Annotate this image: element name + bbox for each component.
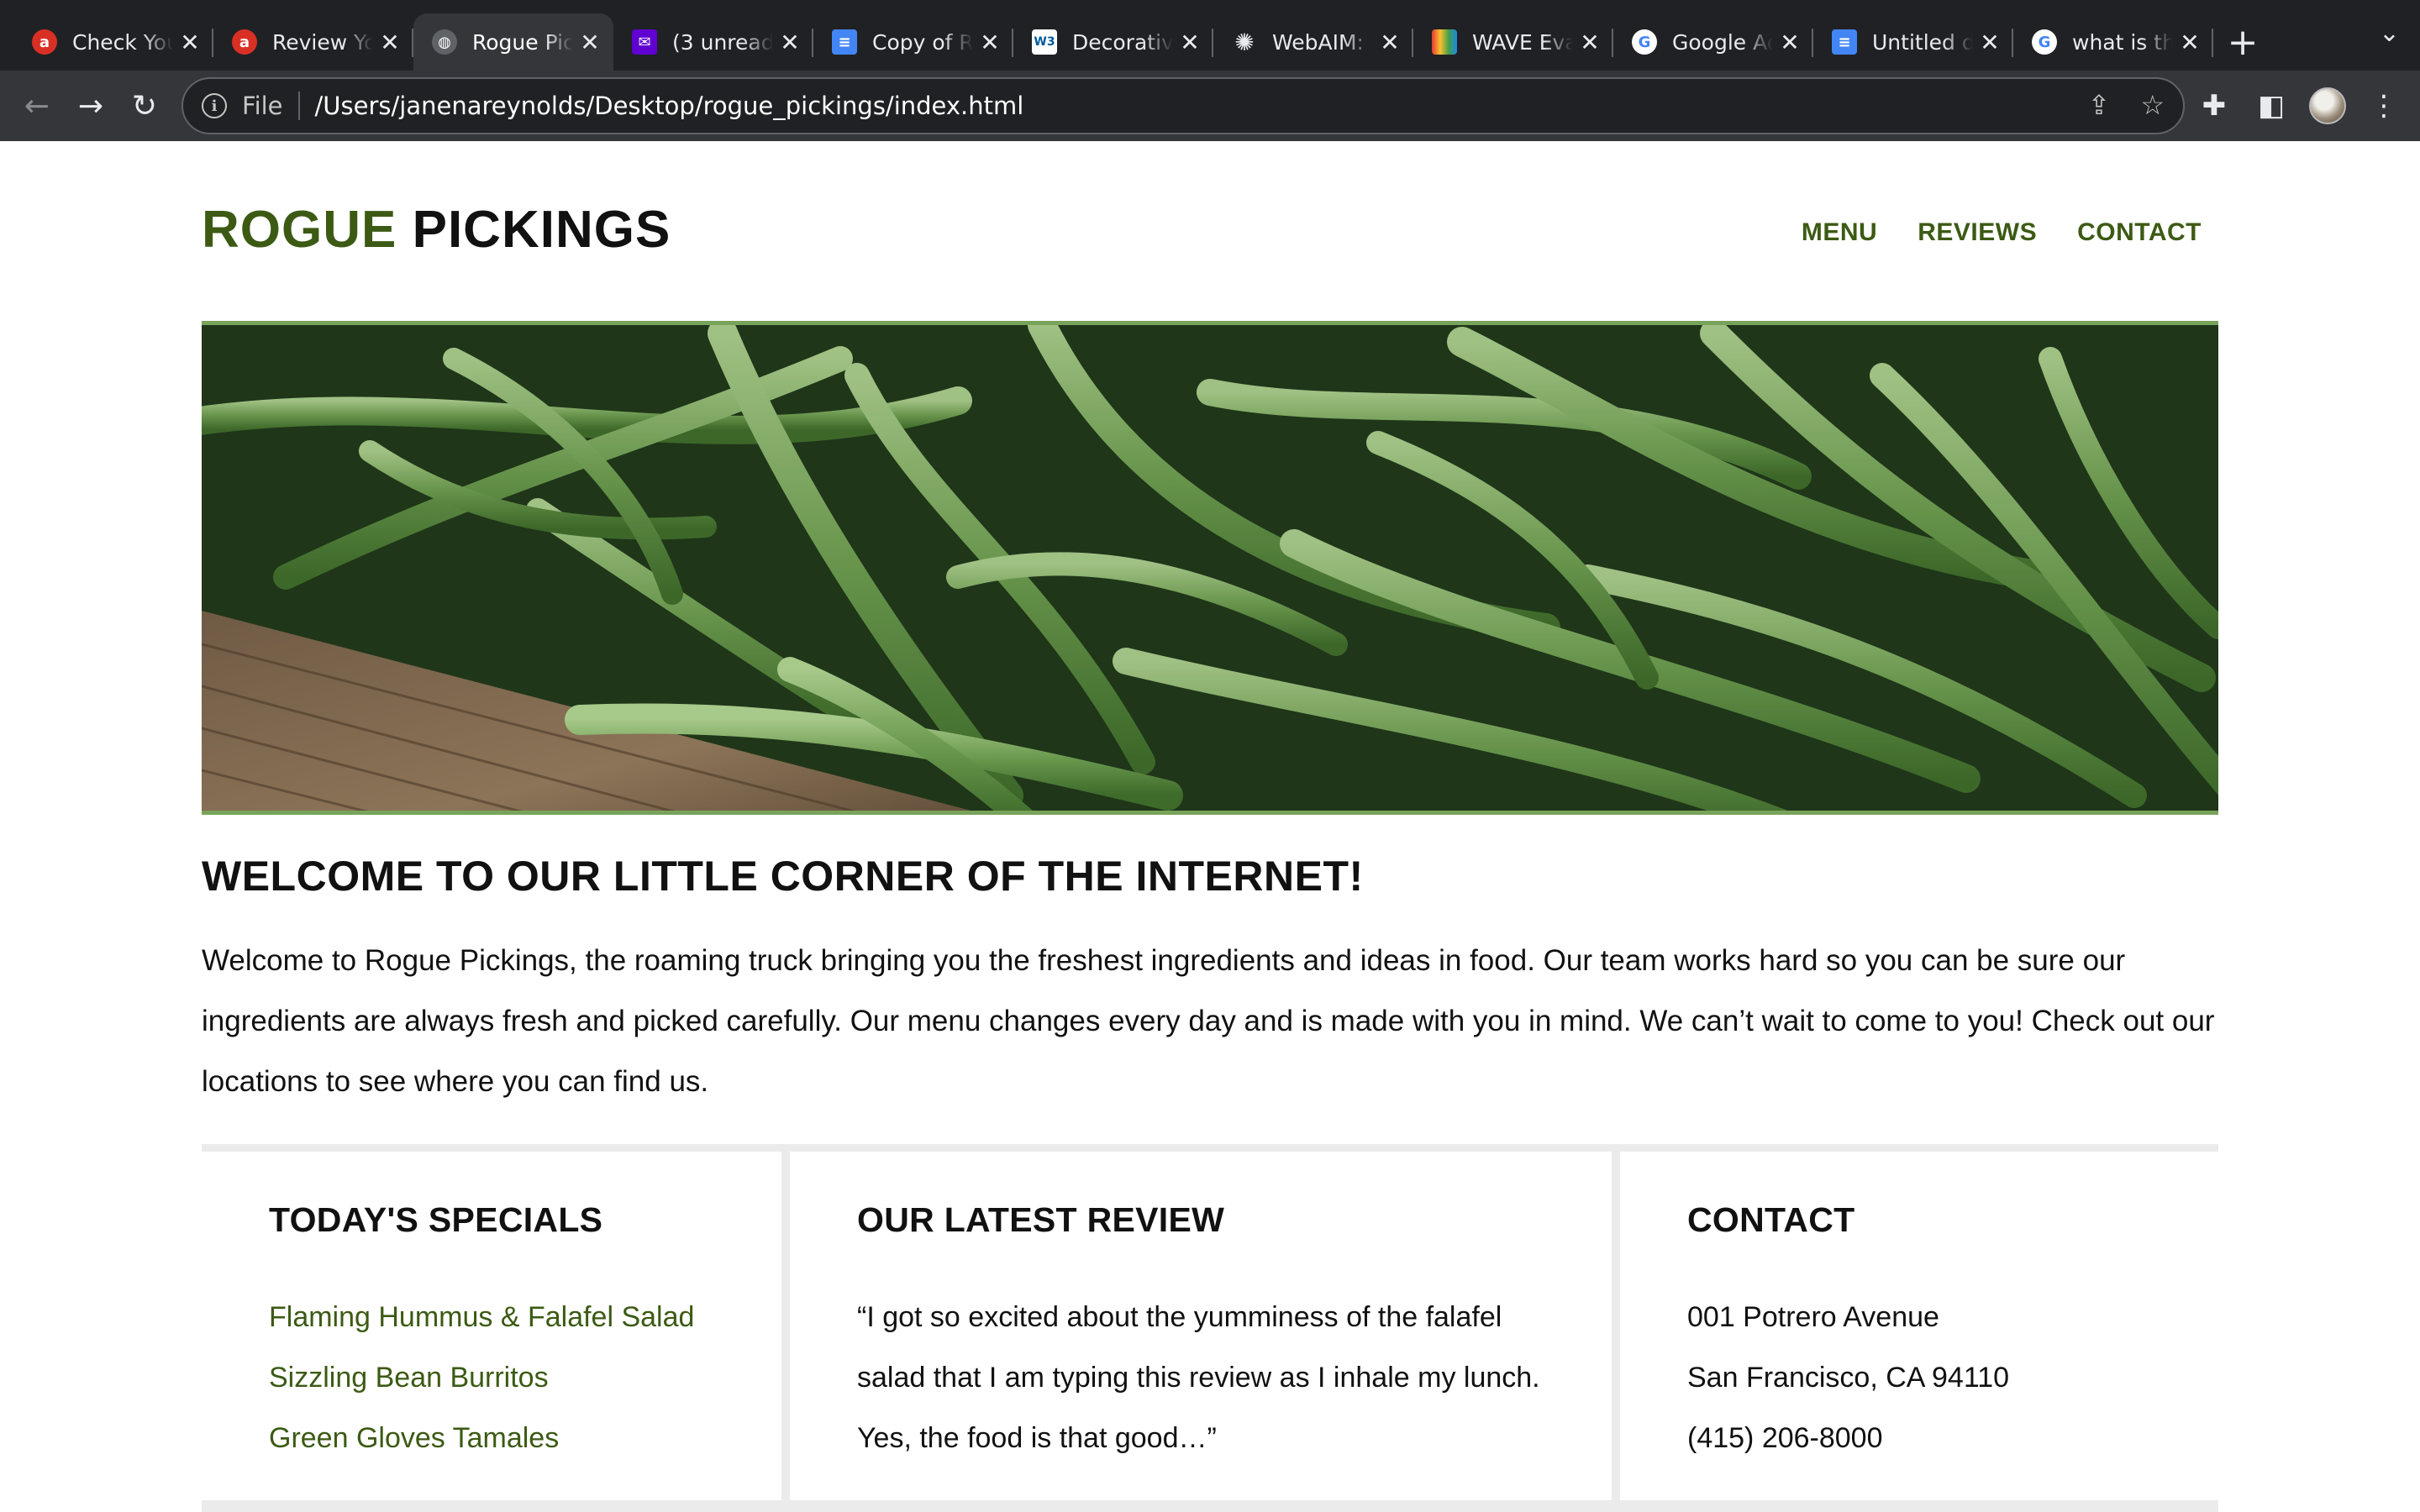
address-bar[interactable]: i File /Users/janenareynolds/Desktop/rog…: [182, 77, 2185, 134]
welcome-paragraph: Welcome to Rogue Pickings, the roaming t…: [202, 944, 2215, 1098]
close-icon[interactable]: ✕: [173, 29, 207, 56]
tab-unread-mail[interactable]: ✉ (3 unread) ✕: [613, 13, 813, 71]
special-item[interactable]: Green Gloves Tamales: [269, 1408, 781, 1468]
share-icon[interactable]: ⇪: [2088, 89, 2111, 121]
bookmark-star-icon[interactable]: ☆: [2140, 89, 2165, 121]
profile-avatar[interactable]: [2309, 87, 2346, 124]
address-actions: ⇪ ☆: [2088, 89, 2165, 121]
mail-favicon-icon: ✉: [632, 29, 657, 55]
close-icon[interactable]: ✕: [1373, 29, 1407, 56]
tab-search-chevron-icon[interactable]: ⌄: [2379, 18, 2400, 48]
tab-review-your[interactable]: a Review Your ✕: [213, 13, 413, 71]
welcome-heading: WELCOME TO OUR LITTLE CORNER OF THE INTE…: [202, 853, 1364, 900]
forward-arrow-icon[interactable]: →: [64, 79, 118, 133]
specials-list: Flaming Hummus & Falafel Salad Sizzling …: [269, 1287, 781, 1468]
info-cards: TODAY'S SPECIALS Flaming Hummus & Falafe…: [202, 1144, 2218, 1512]
side-panel-icon[interactable]: ◧: [2252, 79, 2291, 133]
review-quote: “I got so excited about the yumminess of…: [857, 1301, 1540, 1454]
tab-untitled-document[interactable]: ≡ Untitled document ✕: [1813, 13, 2013, 71]
specials-card: TODAY'S SPECIALS Flaming Hummus & Falafe…: [202, 1152, 790, 1512]
hero-image-green-beans: [202, 321, 2218, 815]
acrobat-favicon-icon: a: [32, 29, 57, 55]
special-item[interactable]: Flaming Hummus & Falafel Salad: [269, 1287, 781, 1347]
tab-title: WAVE Evaluation: [1472, 29, 1573, 55]
reload-icon[interactable]: ↻: [118, 79, 171, 133]
browser-tab-strip: a Check Your ✕ a Review Your ✕ ◍ Rogue P…: [0, 0, 2420, 71]
review-card: OUR LATEST REVIEW “I got so excited abou…: [790, 1152, 1620, 1512]
close-icon[interactable]: ✕: [373, 29, 407, 56]
toolbar-actions: ✚ ◧ ⋮: [2195, 79, 2403, 133]
wave-favicon-icon: [1432, 29, 1457, 55]
nav-link-reviews[interactable]: REVIEWS: [1918, 218, 2037, 247]
close-icon[interactable]: ✕: [2173, 29, 2207, 56]
tab-copy-of-rogue[interactable]: ≡ Copy of Rogue ✕: [813, 13, 1013, 71]
contact-heading: CONTACT: [1687, 1200, 1855, 1239]
contact-details: 001 Potrero Avenue San Francisco, CA 941…: [1687, 1287, 2218, 1468]
more-menu-icon[interactable]: ⋮: [2365, 79, 2403, 133]
docs-favicon-icon: ≡: [1832, 29, 1857, 55]
back-arrow-icon[interactable]: ←: [10, 79, 64, 133]
close-icon[interactable]: ✕: [1573, 29, 1607, 56]
site-nav: MENU REVIEWS CONTACT: [1802, 218, 2202, 247]
close-icon[interactable]: ✕: [973, 29, 1007, 56]
close-icon[interactable]: ✕: [773, 29, 807, 56]
gear-favicon-icon: ✺: [1234, 28, 1255, 56]
review-heading: OUR LATEST REVIEW: [857, 1200, 1225, 1239]
globe-favicon-icon: ◍: [432, 29, 457, 55]
google-favicon-icon: G: [2032, 29, 2057, 55]
tab-what-is-the[interactable]: G what is the ✕: [2013, 13, 2213, 71]
tab-rogue-pickings[interactable]: ◍ Rogue Pickings ✕: [413, 13, 613, 71]
logo-accent-text: ROGUE: [202, 201, 397, 259]
logo-text: PICKINGS: [412, 201, 671, 259]
tab-list: a Check Your ✕ a Review Your ✕ ◍ Rogue P…: [0, 13, 2272, 71]
tab-wave-evaluation[interactable]: WAVE Evaluation ✕: [1413, 13, 1613, 71]
info-icon[interactable]: i: [202, 93, 227, 118]
tab-title: Rogue Pickings: [472, 29, 573, 55]
tab-title: Untitled document: [1872, 29, 1973, 55]
nav-link-menu[interactable]: MENU: [1802, 218, 1877, 247]
contact-phone: (415) 206-8000: [1687, 1422, 1883, 1454]
address-scheme: File: [242, 92, 283, 120]
nav-link-contact[interactable]: CONTACT: [2077, 218, 2202, 247]
bottom-divider: [202, 1500, 2218, 1512]
tab-title: WebAIM:: [1272, 29, 1364, 55]
google-favicon-icon: G: [1632, 29, 1657, 55]
close-icon[interactable]: ✕: [1173, 29, 1207, 56]
tab-title: Review Your: [272, 29, 373, 55]
browser-toolbar: ← → ↻ i File /Users/janenareynolds/Deskt…: [0, 71, 2420, 141]
close-icon[interactable]: ✕: [1773, 29, 1807, 56]
acrobat-favicon-icon: a: [232, 29, 257, 55]
close-icon[interactable]: ✕: [1973, 29, 2007, 56]
address-divider: [297, 92, 300, 120]
specials-heading: TODAY'S SPECIALS: [269, 1200, 603, 1239]
tab-title: what is the: [2072, 29, 2173, 55]
tab-decorative[interactable]: W3 Decorative ✕: [1013, 13, 1213, 71]
close-icon[interactable]: ✕: [573, 29, 607, 56]
tab-title: Google Accessibility: [1672, 29, 1773, 55]
contact-card: CONTACT 001 Potrero Avenue San Francisco…: [1620, 1152, 2218, 1512]
docs-favicon-icon: ≡: [832, 29, 857, 55]
special-item[interactable]: Sizzling Bean Burritos: [269, 1347, 781, 1408]
extensions-puzzle-icon[interactable]: ✚: [2195, 79, 2233, 133]
tab-title: Copy of Rogue: [872, 29, 973, 55]
tab-webaim[interactable]: ✺ WebAIM: ✕: [1213, 13, 1413, 71]
site-header: ROGUE PICKINGS MENU REVIEWS CONTACT: [202, 200, 2218, 292]
site-logo[interactable]: ROGUE PICKINGS: [202, 200, 671, 260]
tab-google-accessibility[interactable]: G Google Accessibility ✕: [1613, 13, 1813, 71]
green-beans-illustration: [202, 325, 2218, 811]
tab-title: Decorative: [1072, 29, 1173, 55]
address-url[interactable]: /Users/janenareynolds/Desktop/rogue_pick…: [315, 92, 1024, 120]
tab-check-your[interactable]: a Check Your ✕: [13, 13, 213, 71]
tab-title: (3 unread): [672, 29, 773, 55]
web-page: ROGUE PICKINGS MENU REVIEWS CONTACT WELC…: [0, 141, 2420, 1512]
new-tab-button[interactable]: +: [2213, 13, 2272, 71]
tab-title: Check Your: [72, 29, 173, 55]
contact-address-line2: San Francisco, CA 94110: [1687, 1362, 2010, 1394]
w3c-favicon-icon: W3: [1032, 29, 1057, 55]
contact-address-line1: 001 Potrero Avenue: [1687, 1301, 1939, 1333]
